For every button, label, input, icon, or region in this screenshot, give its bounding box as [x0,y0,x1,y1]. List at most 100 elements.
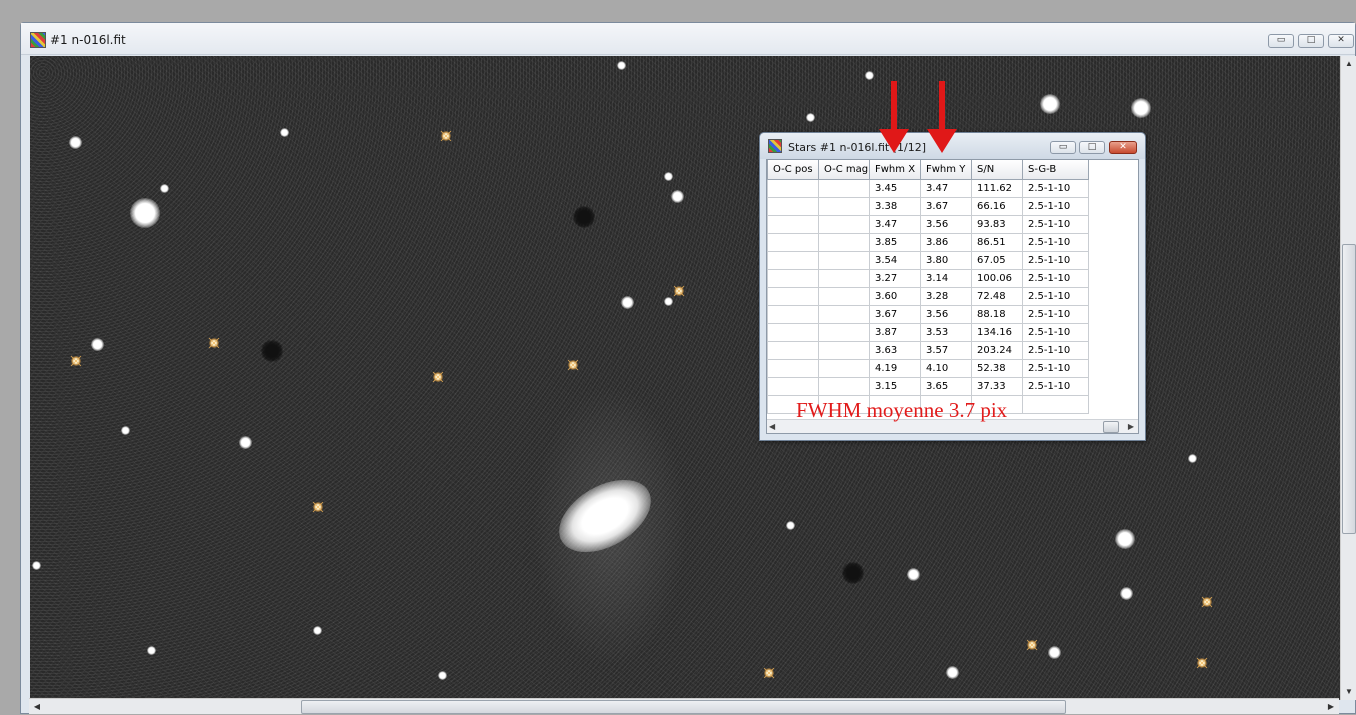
table-cell: 3.85 [869,232,921,252]
scroll-right-icon[interactable]: ▶ [1128,420,1134,433]
star [664,297,673,306]
maximize-button[interactable]: □ [1298,34,1324,48]
table-cell: 93.83 [971,214,1023,234]
column-header-sn[interactable]: S/N [971,160,1023,180]
table-cell [818,304,870,324]
table-cell [767,358,819,378]
table-cell [767,304,819,324]
table-cell [767,340,819,360]
star [671,190,684,203]
table-cell: 3.80 [920,250,972,270]
table-cell: 3.57 [920,340,972,360]
table-cell: 203.24 [971,340,1023,360]
column-header-oc-mag[interactable]: O-C mag [818,160,870,180]
table-cell [818,340,870,360]
star [280,128,289,137]
minimize-button[interactable]: ▭ [1268,34,1294,48]
column-header-fwhm-x[interactable]: Fwhm X [869,160,921,180]
dark-spot [261,340,283,362]
table-row[interactable]: 3.67 3.56 88.18 2.5-1-10 [767,304,1089,324]
star [1120,587,1133,600]
star [239,436,252,449]
table-cell: 52.38 [971,358,1023,378]
column-header-sgb[interactable]: S-G-B [1022,160,1089,180]
dark-spot [573,206,595,228]
star-colored [674,286,684,296]
star [160,184,169,193]
table-cell: 3.60 [869,286,921,306]
star-colored [433,372,443,382]
table-cell: 3.53 [920,322,972,342]
star [1188,454,1197,463]
table-row[interactable]: 3.87 3.53 134.16 2.5-1-10 [767,322,1089,342]
scroll-up-icon[interactable]: ▲ [1341,56,1356,72]
table-cell: 3.65 [920,376,972,396]
horizontal-scroll-thumb[interactable] [301,700,1066,714]
star [91,338,104,351]
table-cell: 3.67 [920,196,972,216]
star-colored [71,356,81,366]
table-row[interactable]: 4.19 4.10 52.38 2.5-1-10 [767,358,1089,378]
table-cell: 111.62 [971,178,1023,198]
table-cell [818,214,870,234]
scroll-left-icon[interactable]: ◀ [29,699,45,715]
table-row[interactable]: 3.15 3.65 37.33 2.5-1-10 [767,376,1089,396]
table-cell: 3.56 [920,214,972,234]
table-row[interactable]: 3.38 3.67 66.16 2.5-1-10 [767,196,1089,216]
table-cell: 2.5-1-10 [1022,358,1089,378]
star [32,561,41,570]
table-cell [818,268,870,288]
table-cell: 2.5-1-10 [1022,214,1089,234]
table-cell: 3.47 [869,214,921,234]
table-cell: 3.63 [869,340,921,360]
table-cell: 2.5-1-10 [1022,268,1089,288]
star [664,172,673,181]
table-cell: 3.67 [869,304,921,324]
star [147,646,156,655]
vertical-scrollbar[interactable]: ▲ ▼ [1340,56,1356,700]
star-colored [1197,658,1207,668]
column-header-fwhm-y[interactable]: Fwhm Y [920,160,972,180]
palette-icon [768,139,782,153]
column-header-oc-pos[interactable]: O-C pos [767,160,819,180]
table-scroll-thumb[interactable] [1103,421,1119,433]
table-cell [767,178,819,198]
table-row[interactable]: 3.47 3.56 93.83 2.5-1-10 [767,214,1089,234]
close-button[interactable]: ✕ [1328,34,1354,48]
table-cell: 2.5-1-10 [1022,232,1089,252]
stars-table-body: 3.45 3.47 111.62 2.5-1-10 3.38 3.67 66.16 2.5-1… [767,178,1089,414]
star-colored [441,131,451,141]
table-row[interactable]: 3.45 3.47 111.62 2.5-1-10 [767,178,1089,198]
scroll-down-icon[interactable]: ▼ [1341,684,1356,700]
table-cell [818,322,870,342]
star [69,136,82,149]
main-titlebar[interactable]: #1 n-016l.fit ▭ □ ✕ [21,23,1355,55]
star-colored [764,668,774,678]
table-row[interactable]: 3.60 3.28 72.48 2.5-1-10 [767,286,1089,306]
table-row[interactable]: 3.63 3.57 203.24 2.5-1-10 [767,340,1089,360]
horizontal-scrollbar[interactable]: ◀ ▶ [29,698,1339,714]
table-row[interactable]: 3.54 3.80 67.05 2.5-1-10 [767,250,1089,270]
scroll-left-icon[interactable]: ◀ [769,420,775,433]
star-colored [1027,640,1037,650]
minimize-button[interactable]: ▭ [1050,141,1076,154]
scroll-right-icon[interactable]: ▶ [1323,699,1339,715]
table-cell: 3.14 [920,268,972,288]
maximize-button[interactable]: □ [1079,141,1105,154]
star-colored [1202,597,1212,607]
table-cell [1022,394,1089,414]
star [865,71,874,80]
star [1131,98,1151,118]
star [438,671,447,680]
vertical-scroll-thumb[interactable] [1342,244,1356,534]
table-cell: 3.47 [920,178,972,198]
table-row[interactable]: 3.85 3.86 86.51 2.5-1-10 [767,232,1089,252]
table-cell: 66.16 [971,196,1023,216]
table-row[interactable]: 3.27 3.14 100.06 2.5-1-10 [767,268,1089,288]
close-button[interactable]: ✕ [1109,141,1137,154]
table-cell: 2.5-1-10 [1022,250,1089,270]
main-image-window: #1 n-016l.fit ▭ □ ✕ ▲ ▼ [20,22,1356,714]
table-cell [767,250,819,270]
dark-spot [842,562,864,584]
stars-table: O-C pos O-C mag Fwhm X Fwhm Y S/N S-G-B … [767,160,1089,414]
